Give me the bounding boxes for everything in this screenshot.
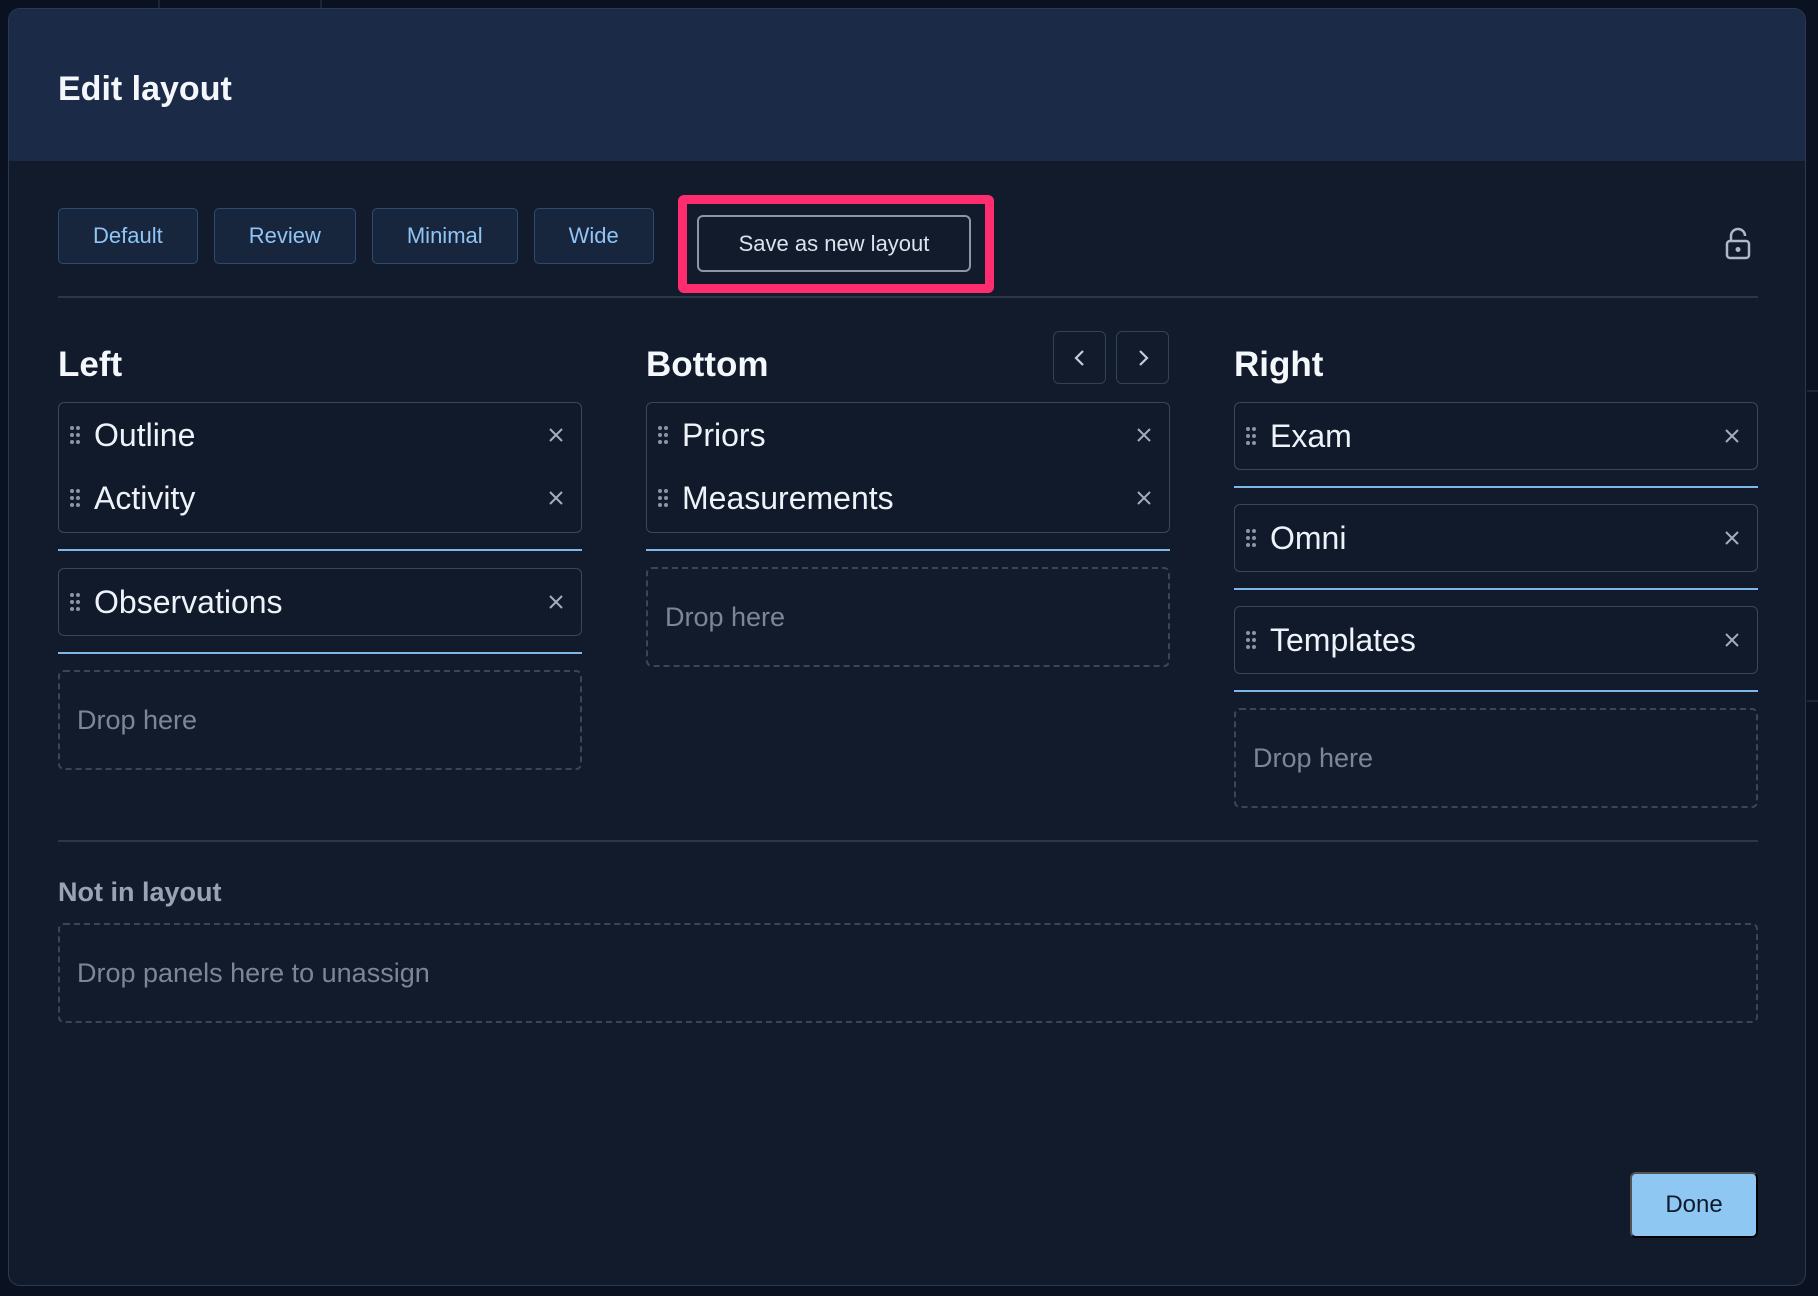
preset-layouts: Default Review Minimal Wide (58, 208, 654, 264)
unassign-drop-zone[interactable]: Drop panels here to unassign (58, 923, 1758, 1023)
not-in-layout-title: Not in layout (58, 877, 222, 907)
move-right-button[interactable] (1116, 331, 1169, 384)
move-left-button[interactable] (1053, 331, 1106, 384)
drag-handle-icon[interactable] (69, 425, 81, 445)
panel-item[interactable]: Measurements (647, 466, 1169, 530)
panel-label: Activity (94, 479, 196, 516)
group-separator (1234, 486, 1758, 488)
close-icon[interactable] (545, 487, 567, 509)
backdrop-divider (320, 0, 322, 8)
right-panel-group: Templates (1234, 606, 1758, 674)
panel-item[interactable]: Priors (647, 403, 1169, 467)
panel-label: Omni (1270, 519, 1347, 556)
left-drop-zone[interactable]: Drop here (58, 670, 582, 770)
panel-item[interactable]: Templates (1235, 608, 1757, 672)
left-column-title: Left (58, 345, 123, 384)
preset-minimal-button[interactable]: Minimal (371, 208, 518, 264)
right-drop-zone[interactable]: Drop here (1234, 708, 1758, 808)
panel-label: Exam (1270, 417, 1352, 454)
preset-default-button[interactable]: Default (58, 208, 198, 264)
group-separator (1234, 690, 1758, 692)
left-panel-group: Outline Activity (58, 402, 582, 533)
chevron-left-icon (1073, 349, 1084, 366)
group-separator (646, 549, 1170, 551)
left-panel-group: Observations (58, 568, 582, 636)
close-icon[interactable] (1721, 425, 1743, 447)
drag-handle-icon[interactable] (69, 592, 81, 612)
close-icon[interactable] (545, 591, 567, 613)
drag-handle-icon[interactable] (1245, 630, 1257, 650)
panel-label: Observations (94, 583, 283, 620)
drag-handle-icon[interactable] (1245, 528, 1257, 548)
backdrop-divider (158, 0, 160, 8)
panel-label: Priors (682, 416, 766, 453)
panel-item[interactable]: Observations (59, 570, 581, 634)
drag-handle-icon[interactable] (657, 425, 669, 445)
panel-label: Outline (94, 416, 196, 453)
close-icon[interactable] (1721, 629, 1743, 651)
edit-layout-dialog: Edit layout Default Review Minimal Wide … (8, 8, 1806, 1286)
panel-item[interactable]: Exam (1235, 404, 1757, 468)
preset-review-button[interactable]: Review (213, 208, 356, 264)
right-column-title: Right (1234, 345, 1324, 384)
panel-label: Templates (1270, 621, 1416, 658)
close-icon[interactable] (1721, 527, 1743, 549)
panel-item[interactable]: Activity (59, 466, 581, 530)
group-separator (1234, 588, 1758, 590)
bottom-column-title: Bottom (646, 345, 769, 384)
close-icon[interactable] (1133, 424, 1155, 446)
section-divider (58, 840, 1758, 842)
save-as-new-layout-button[interactable]: Save as new layout (697, 215, 971, 272)
chevron-right-icon (1138, 349, 1149, 366)
backdrop-divider (1807, 700, 1818, 702)
bottom-drop-zone[interactable]: Drop here (646, 567, 1170, 667)
panel-item[interactable]: Omni (1235, 506, 1757, 570)
group-separator (58, 549, 582, 551)
done-button[interactable]: Done (1630, 1172, 1758, 1238)
dialog-header: Edit layout (9, 9, 1805, 161)
right-panel-group: Omni (1234, 504, 1758, 572)
close-icon[interactable] (1133, 487, 1155, 509)
backdrop-divider (1807, 390, 1818, 392)
preset-wide-button[interactable]: Wide (533, 208, 654, 264)
drag-handle-icon[interactable] (1245, 426, 1257, 446)
panel-label: Measurements (682, 479, 894, 516)
bottom-panel-group: Priors Measurements (646, 402, 1170, 533)
close-icon[interactable] (545, 424, 567, 446)
dialog-title: Edit layout (58, 70, 232, 108)
right-panel-group: Exam (1234, 402, 1758, 470)
toolbar-divider (58, 296, 1758, 298)
panel-item[interactable]: Outline (59, 403, 581, 467)
drag-handle-icon[interactable] (69, 488, 81, 508)
drag-handle-icon[interactable] (657, 488, 669, 508)
group-separator (58, 652, 582, 654)
lock-open-icon[interactable] (1724, 226, 1752, 260)
